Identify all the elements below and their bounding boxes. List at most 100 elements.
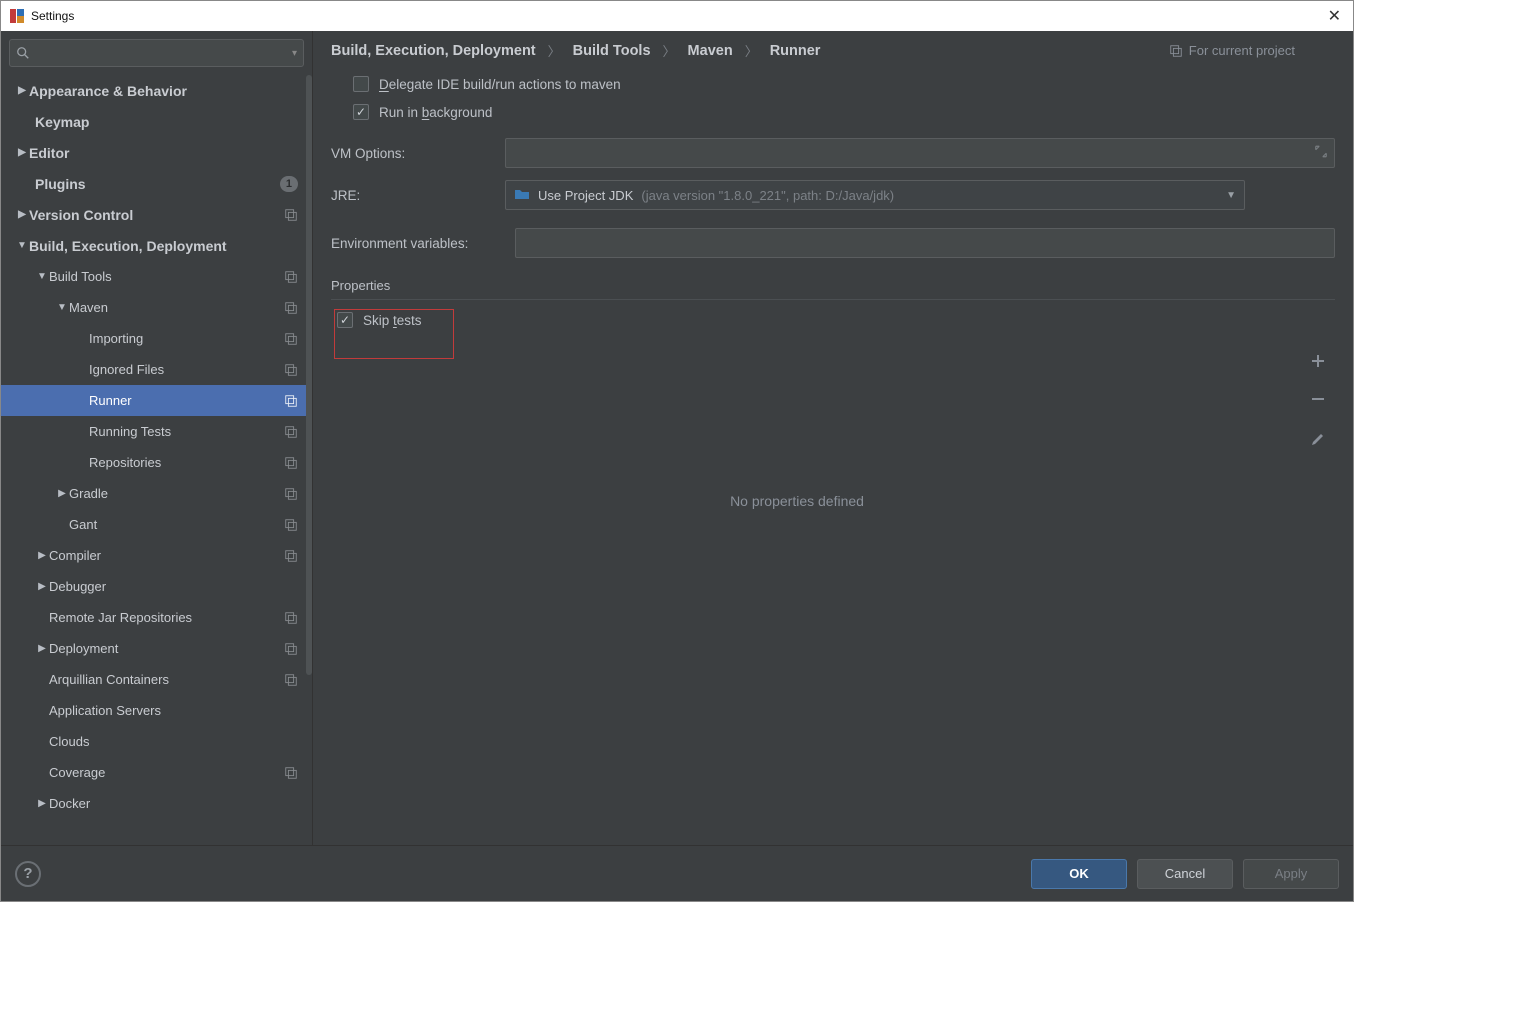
main-panel: Build, Execution, Deployment 〉 Build Too…: [313, 31, 1353, 845]
sidebar-item[interactable]: ▶Deployment: [1, 633, 306, 664]
sidebar-item-label: Gradle: [69, 486, 278, 501]
project-scope-icon: [284, 766, 298, 780]
apply-button[interactable]: Apply: [1243, 859, 1339, 889]
env-vars-label: Environment variables:: [331, 236, 501, 251]
jre-label: JRE:: [331, 188, 491, 203]
chevron-right-icon[interactable]: ▶: [15, 85, 29, 96]
sidebar-item[interactable]: Clouds: [1, 726, 306, 757]
sidebar-item[interactable]: Repositories: [1, 447, 306, 478]
chevron-right-icon[interactable]: ▶: [55, 488, 69, 499]
project-icon: [1169, 44, 1183, 58]
sidebar-item[interactable]: Application Servers: [1, 695, 306, 726]
chevron-right-icon[interactable]: ▶: [15, 209, 29, 220]
search-input[interactable]: ▾: [9, 39, 304, 67]
chevron-right-icon: 〉: [745, 41, 758, 60]
sidebar: ▾ ▶Appearance & BehaviorKeymap▶EditorPlu…: [1, 31, 313, 845]
run-background-label: Run in background: [379, 105, 492, 120]
search-icon: [16, 46, 30, 60]
chevron-right-icon[interactable]: ▶: [15, 147, 29, 158]
project-scope-icon: [284, 611, 298, 625]
settings-window: Settings ✕ ▾ ▶Appearance & BehaviorKeyma…: [0, 0, 1354, 902]
expand-icon[interactable]: [1314, 145, 1328, 162]
sidebar-item[interactable]: ▼Build Tools: [1, 261, 306, 292]
chevron-down-icon[interactable]: ▼: [15, 240, 29, 251]
sidebar-item-label: Remote Jar Repositories: [49, 610, 278, 625]
sidebar-item[interactable]: ▶Docker: [1, 788, 306, 819]
sidebar-item-label: Running Tests: [89, 424, 278, 439]
sidebar-item[interactable]: ▼Build, Execution, Deployment: [1, 230, 306, 261]
sidebar-item[interactable]: Running Tests: [1, 416, 306, 447]
sidebar-item-label: Arquillian Containers: [49, 672, 278, 687]
for-current-project-hint: For current project: [1169, 43, 1335, 58]
close-icon[interactable]: ✕: [1324, 6, 1345, 26]
sidebar-item[interactable]: Remote Jar Repositories: [1, 602, 306, 633]
breadcrumb-item[interactable]: Build, Execution, Deployment: [331, 43, 536, 59]
separator: [331, 299, 1335, 300]
vm-options-input[interactable]: [505, 138, 1335, 168]
env-vars-input[interactable]: [515, 228, 1335, 258]
chevron-right-icon[interactable]: ▶: [35, 643, 49, 654]
project-scope-icon: [284, 394, 298, 408]
properties-list[interactable]: No properties defined: [331, 342, 1301, 772]
sidebar-item-label: Docker: [49, 796, 298, 811]
breadcrumb-item[interactable]: Maven: [688, 43, 733, 59]
sidebar-item[interactable]: Gant: [1, 509, 306, 540]
search-field[interactable]: [34, 46, 292, 61]
sidebar-item-label: Editor: [29, 145, 298, 161]
highlight-box: [334, 309, 454, 359]
sidebar-item[interactable]: Ignored Files: [1, 354, 306, 385]
sidebar-item[interactable]: Coverage: [1, 757, 306, 788]
checkbox-icon[interactable]: [353, 76, 369, 92]
sidebar-item[interactable]: ▶Appearance & Behavior: [1, 75, 306, 106]
breadcrumb-item[interactable]: Build Tools: [573, 43, 651, 59]
cancel-button[interactable]: Cancel: [1137, 859, 1233, 889]
sidebar-item[interactable]: ▼Maven: [1, 292, 306, 323]
properties-toolbar: [1301, 342, 1335, 772]
vm-options-label: VM Options:: [331, 146, 491, 161]
sidebar-item-label: Application Servers: [49, 703, 298, 718]
sidebar-item[interactable]: Importing: [1, 323, 306, 354]
empty-placeholder: No properties defined: [332, 493, 1262, 509]
sidebar-item[interactable]: ▶Editor: [1, 137, 306, 168]
chevron-down-icon[interactable]: ▼: [55, 302, 69, 313]
chevron-down-icon[interactable]: ▼: [35, 271, 49, 282]
sidebar-item-label: Debugger: [49, 579, 298, 594]
jre-dropdown[interactable]: Use Project JDK (java version "1.8.0_221…: [505, 180, 1245, 210]
delegate-label: Delegate IDE build/run actions to maven: [379, 77, 621, 92]
help-button[interactable]: ?: [15, 861, 41, 887]
sidebar-item[interactable]: Plugins1: [1, 168, 306, 199]
sidebar-item[interactable]: ▶Compiler: [1, 540, 306, 571]
checkbox-icon[interactable]: [353, 104, 369, 120]
project-scope-icon: [284, 673, 298, 687]
sidebar-item-label: Build Tools: [49, 269, 278, 284]
sidebar-item[interactable]: ▶Gradle: [1, 478, 306, 509]
chevron-right-icon: 〉: [548, 41, 561, 60]
sidebar-item[interactable]: ▶Debugger: [1, 571, 306, 602]
run-background-checkbox-row[interactable]: Run in background: [331, 104, 1335, 120]
remove-button[interactable]: [1307, 388, 1329, 410]
add-button[interactable]: [1307, 350, 1329, 372]
chevron-right-icon[interactable]: ▶: [35, 798, 49, 809]
skip-tests-checkbox-row[interactable]: Skip tests: [331, 312, 1335, 328]
edit-button[interactable]: [1307, 426, 1329, 448]
delegate-checkbox-row[interactable]: Delegate IDE build/run actions to maven: [331, 76, 1335, 92]
sidebar-item-label: Version Control: [29, 207, 278, 223]
sidebar-item[interactable]: Runner: [1, 385, 306, 416]
jre-value: Use Project JDK: [538, 188, 633, 203]
project-scope-icon: [284, 208, 298, 222]
chevron-right-icon[interactable]: ▶: [35, 581, 49, 592]
sidebar-scrollbar[interactable]: [306, 75, 312, 675]
sidebar-item-label: Build, Execution, Deployment: [29, 238, 298, 254]
sidebar-item[interactable]: Arquillian Containers: [1, 664, 306, 695]
sidebar-item-label: Repositories: [89, 455, 278, 470]
ok-button[interactable]: OK: [1031, 859, 1127, 889]
sidebar-item-label: Keymap: [35, 114, 298, 130]
sidebar-item-label: Clouds: [49, 734, 298, 749]
sidebar-item[interactable]: ▶Version Control: [1, 199, 306, 230]
search-history-icon[interactable]: ▾: [292, 48, 297, 59]
sidebar-item-label: Appearance & Behavior: [29, 83, 298, 99]
app-icon: [9, 8, 25, 24]
sidebar-item[interactable]: Keymap: [1, 106, 306, 137]
window-title: Settings: [31, 9, 1324, 23]
chevron-right-icon[interactable]: ▶: [35, 550, 49, 561]
